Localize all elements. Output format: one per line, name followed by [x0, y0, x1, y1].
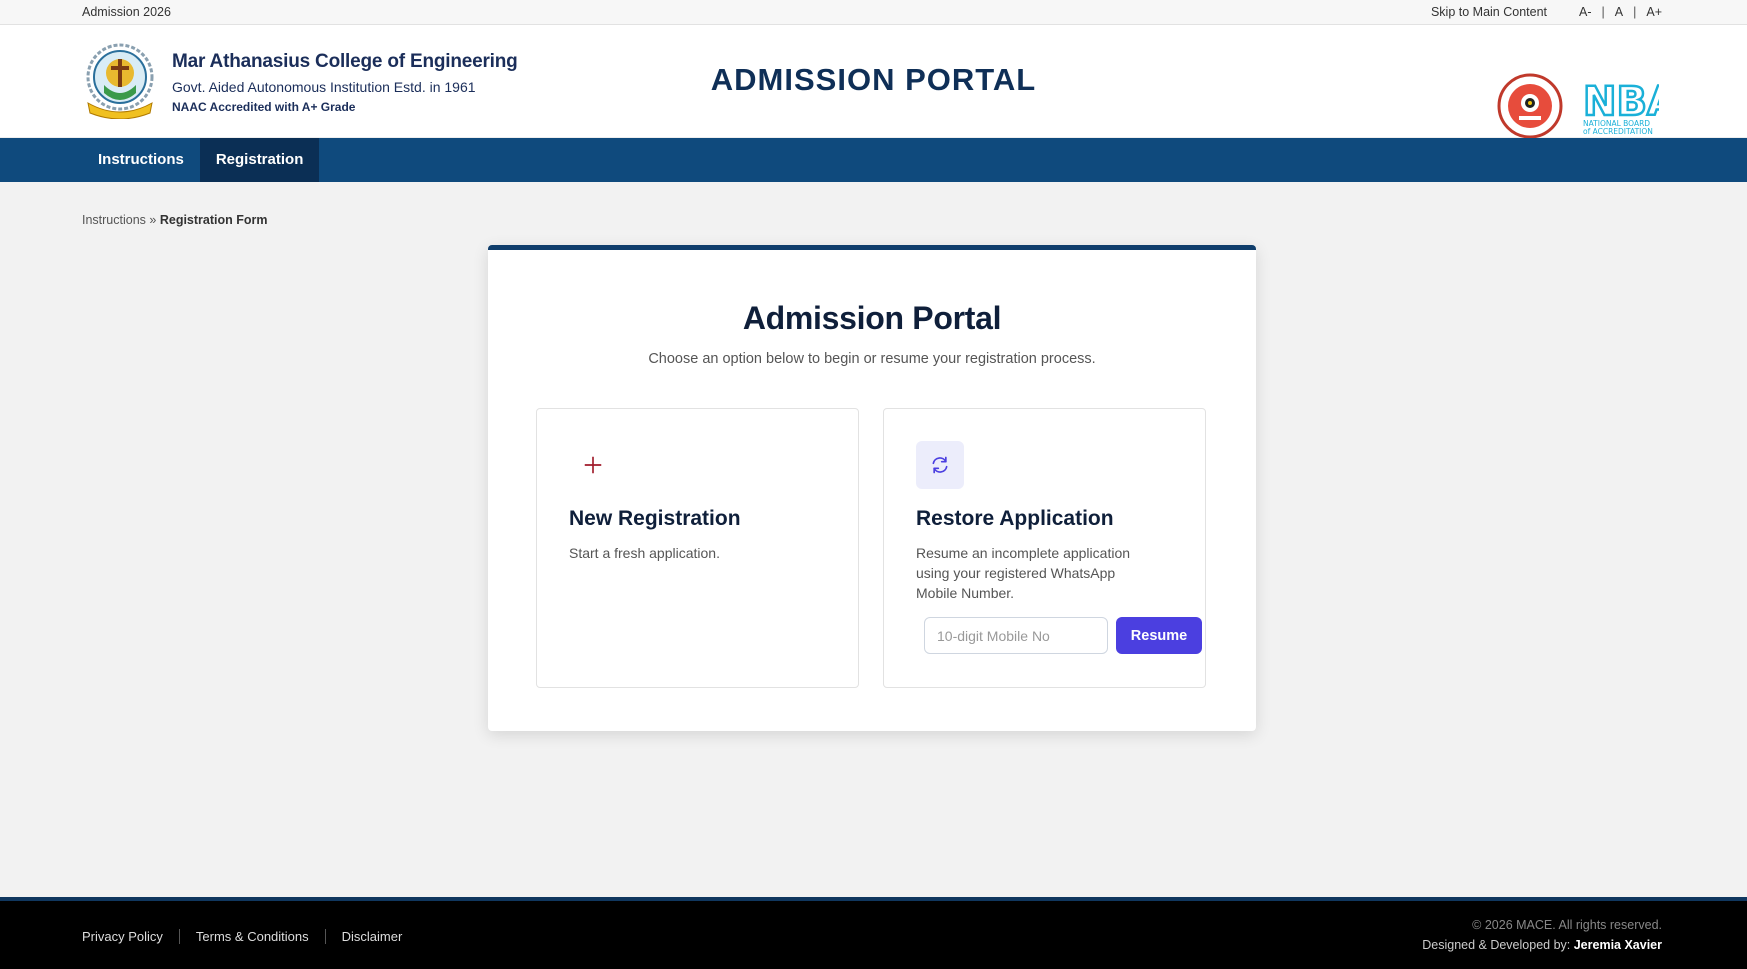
breadcrumb-instructions-link[interactable]: Instructions	[82, 213, 146, 227]
top-utility-bar: Admission 2026 Skip to Main Content A- |…	[0, 0, 1747, 25]
terms-link[interactable]: Terms & Conditions	[178, 929, 325, 944]
naac-seal-icon	[1497, 73, 1563, 139]
breadcrumb-current: Registration Form	[159, 213, 268, 227]
card-subtitle: Choose an option below to begin or resum…	[648, 351, 1096, 367]
separator: |	[1601, 5, 1605, 19]
credit-name: Jeremia Xavier	[1573, 938, 1662, 952]
breadcrumb-separator: »	[149, 213, 157, 227]
nav-item-instructions[interactable]: Instructions	[82, 138, 200, 182]
admission-portal-card: Admission Portal Choose an option below …	[488, 245, 1256, 731]
nba-line-2: of ACCREDITATION	[1583, 127, 1653, 135]
credit-prefix: Designed & Developed by:	[1422, 938, 1571, 952]
disclaimer-link[interactable]: Disclaimer	[324, 929, 419, 944]
page-title: ADMISSION PORTAL	[710, 62, 1037, 97]
resume-form: Resume	[924, 617, 1202, 654]
card-title: Admission Portal	[742, 300, 1002, 336]
admission-year-label: Admission 2026	[82, 5, 171, 19]
plus-icon	[569, 441, 617, 489]
separator: |	[1633, 5, 1637, 19]
restore-application-title: Restore Application	[916, 507, 1114, 530]
refresh-icon	[916, 441, 964, 489]
font-increase-button[interactable]: A+	[1646, 5, 1662, 19]
skip-to-main-link[interactable]: Skip to Main Content	[1431, 5, 1547, 19]
site-header: Mar Athanasius College of Engineering Go…	[0, 25, 1747, 139]
site-footer: Privacy Policy Terms & Conditions Discla…	[0, 897, 1747, 969]
font-decrease-button[interactable]: A-	[1579, 5, 1592, 19]
footer-links: Privacy Policy Terms & Conditions Discla…	[82, 929, 418, 944]
breadcrumb: Instructions » Registration Form	[82, 213, 268, 227]
main-navigation: Instructions Registration	[0, 138, 1747, 182]
font-normal-button[interactable]: A	[1615, 5, 1623, 19]
new-registration-title: New Registration	[569, 507, 741, 530]
naac-accreditation: NAAC Accredited with A+ Grade	[172, 100, 356, 114]
new-registration-description: Start a fresh application.	[569, 545, 720, 561]
nav-item-registration[interactable]: Registration	[199, 138, 320, 182]
new-registration-option[interactable]: New Registration Start a fresh applicati…	[536, 408, 859, 688]
footer-copyright: © 2026 MACE. All rights reserved. Design…	[1422, 918, 1662, 952]
restore-application-description: Resume an incomplete application using y…	[916, 545, 1131, 601]
accessibility-controls: Skip to Main Content A- | A | A+	[1431, 5, 1662, 19]
nba-logo-icon: NBA NATIONAL BOARD of ACCREDITATION	[1582, 77, 1679, 136]
mobile-number-input[interactable]	[924, 617, 1108, 654]
credits: Designed & Developed by: Jeremia Xavier	[1422, 938, 1662, 952]
privacy-policy-link[interactable]: Privacy Policy	[82, 929, 179, 944]
copyright-text: © 2026 MACE. All rights reserved.	[1472, 918, 1662, 932]
restore-application-option: Restore Application Resume an incomplete…	[883, 408, 1206, 688]
resume-button[interactable]: Resume	[1116, 617, 1202, 654]
